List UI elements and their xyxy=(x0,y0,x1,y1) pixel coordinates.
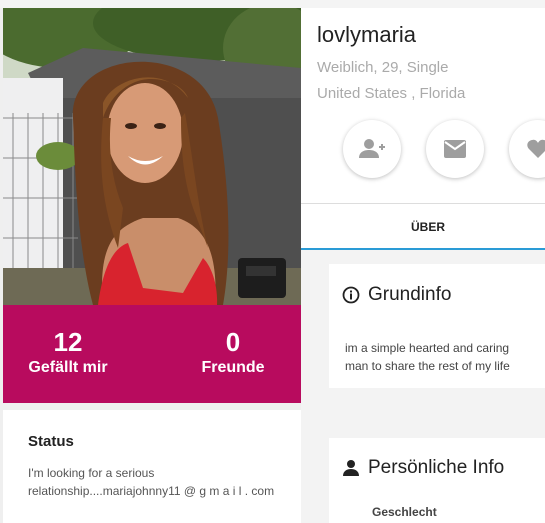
status-text: I'm looking for a serious relationship..… xyxy=(28,466,275,498)
status-title: Status xyxy=(28,433,74,450)
top-strip xyxy=(0,0,545,8)
add-friend-button[interactable] xyxy=(343,120,401,178)
profile-left-column: 12 Gefällt mir 0 Freunde Status I'm look… xyxy=(3,8,301,523)
like-button[interactable] xyxy=(509,120,545,178)
person-add-icon xyxy=(359,139,385,158)
heart-icon xyxy=(527,139,545,158)
basic-info-heading: Grundinfo xyxy=(342,284,451,306)
basic-info-title: Grundinfo xyxy=(368,284,452,305)
person-icon xyxy=(343,460,359,476)
profile-location: United States , Florida xyxy=(317,85,466,102)
personal-info-heading: Persönliche Info xyxy=(342,457,504,479)
profile-photo-illustration xyxy=(3,8,301,305)
likes-label: Gefällt mir xyxy=(28,359,108,376)
likes-count: 12 xyxy=(53,327,83,357)
tab-about-label: ÜBER xyxy=(411,220,446,234)
profile-photo[interactable] xyxy=(3,8,301,305)
profile-stats: 12 Gefällt mir 0 Freunde xyxy=(3,305,301,403)
friends-label: Freunde xyxy=(201,359,265,376)
profile-gender-age-status: Weiblich, 29, Single xyxy=(317,59,449,76)
username: lovlymaria xyxy=(317,22,417,47)
basic-info-text-line1: im a simple hearted and caring xyxy=(345,341,510,355)
basic-info-text-line2: man to share the rest of my life xyxy=(345,359,510,373)
mail-icon xyxy=(444,140,466,158)
likes-stat[interactable]: 12 Gefällt mir xyxy=(0,327,138,379)
tab-about[interactable]: ÜBER xyxy=(301,204,545,252)
gender-label: Geschlecht xyxy=(372,505,437,519)
friends-stat[interactable]: 0 Freunde xyxy=(163,327,303,379)
basic-info-text: im a simple hearted and caring man to sh… xyxy=(345,339,545,375)
profile-right-column: lovlymaria Weiblich, 29, Single United S… xyxy=(301,8,545,523)
section-gap xyxy=(3,403,301,410)
friends-count: 0 xyxy=(225,327,241,357)
status-card: Status I'm looking for a serious relatio… xyxy=(3,410,301,523)
send-message-button[interactable] xyxy=(426,120,484,178)
info-icon xyxy=(342,286,360,304)
personal-info-title: Persönliche Info xyxy=(368,457,505,478)
